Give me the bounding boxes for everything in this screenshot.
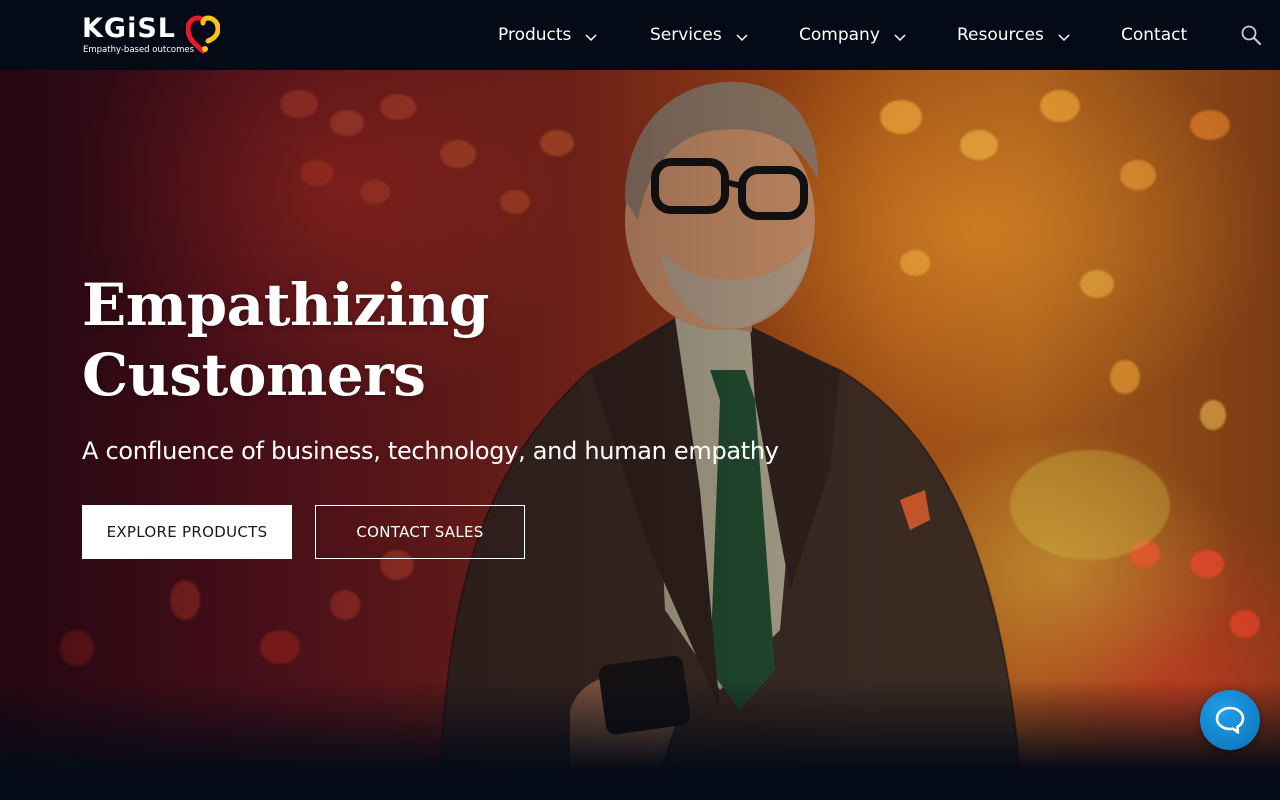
nav-resources[interactable]: Resources [957, 0, 1072, 70]
site-header: KGiSL Empathy-based outcomes Products Se… [0, 0, 1280, 70]
nav-services-label: Services [650, 25, 722, 45]
chat-launcher-button[interactable] [1200, 690, 1260, 750]
chat-bubble-icon [1215, 706, 1245, 734]
hero-title-line2: Customers [82, 341, 426, 409]
hero-bottom-fade [0, 680, 1280, 770]
logo-tagline: Empathy-based outcomes [83, 45, 195, 55]
hero-section: Empathizing Customers A confluence of bu… [0, 70, 1280, 770]
hero-title: Empathizing Customers [82, 270, 602, 410]
chevron-down-icon [736, 34, 748, 42]
nav-products-label: Products [498, 25, 572, 45]
explore-products-button[interactable]: EXPLORE PRODUCTS [82, 505, 292, 559]
chevron-down-icon [1058, 34, 1070, 42]
chevron-down-icon [894, 34, 906, 42]
contact-sales-button[interactable]: CONTACT SALES [315, 505, 525, 559]
nav-contact-label: Contact [1121, 25, 1188, 45]
nav-company-label: Company [799, 25, 880, 45]
nav-resources-label: Resources [957, 25, 1044, 45]
nav-products[interactable]: Products [498, 0, 599, 70]
hero-title-line1: Empathizing [82, 271, 489, 339]
chevron-down-icon [585, 34, 597, 42]
search-icon[interactable] [1240, 24, 1262, 46]
nav-contact[interactable]: Contact [1121, 0, 1187, 70]
kgisl-logo[interactable]: KGiSL Empathy-based outcomes [82, 14, 232, 58]
nav-services[interactable]: Services [650, 0, 750, 70]
logo-wordmark: KGiSL [82, 13, 176, 44]
nav-company[interactable]: Company [799, 0, 908, 70]
hero-overlay [0, 70, 1280, 770]
hero-subtitle: A confluence of business, technology, an… [82, 437, 779, 465]
